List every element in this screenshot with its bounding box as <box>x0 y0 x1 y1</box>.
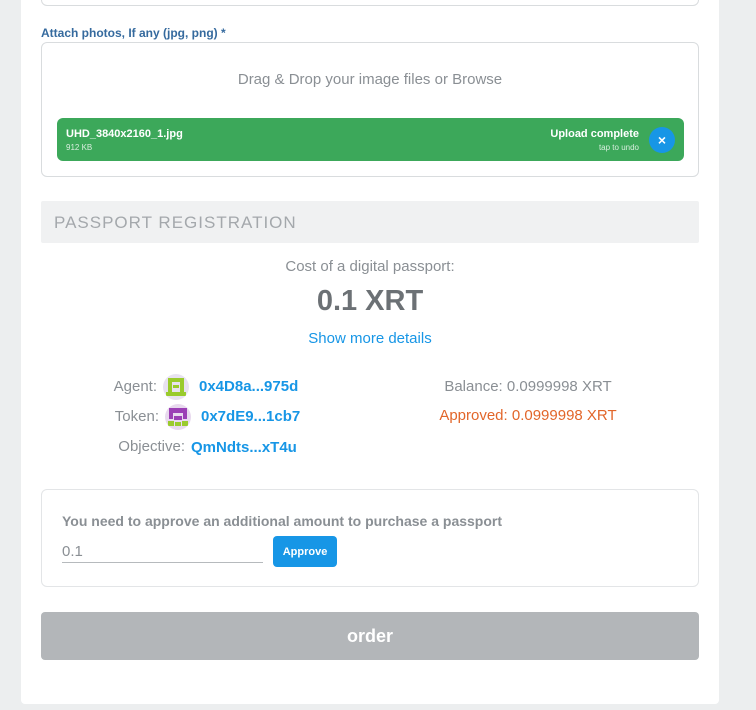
cost-value: 0.1 XRT <box>316 285 424 317</box>
previous-input-field[interactable] <box>41 0 699 6</box>
token-address-link[interactable]: 0x7dE9...1cb7 <box>201 408 300 425</box>
approve-message: You need to approve an additional amount… <box>62 513 503 529</box>
attach-photos-label: Attach photos, If any (jpg, png) * <box>41 26 226 40</box>
token-label: Token: <box>114 408 159 425</box>
objective-hash-link[interactable]: QmNdts...xT4u <box>191 439 297 456</box>
agent-label: Agent: <box>113 378 157 395</box>
file-name: UHD_3840x2160_1.jpg <box>66 128 183 140</box>
approve-panel: You need to approve an additional amount… <box>41 489 699 587</box>
tap-to-undo-text[interactable]: tap to undo <box>599 143 639 152</box>
approve-amount-input[interactable] <box>62 540 263 563</box>
agent-address-link[interactable]: 0x4D8a...975d <box>199 378 298 395</box>
upload-status: Upload complete <box>550 128 639 140</box>
order-button[interactable]: order <box>41 612 699 660</box>
uploaded-file-item[interactable]: UHD_3840x2160_1.jpg 912 KB Upload comple… <box>57 118 684 161</box>
balance-text: Balance: 0.0999998 XRT <box>444 378 612 395</box>
token-avatar-icon <box>165 404 191 430</box>
dropzone-text: Drag & Drop your image files or Browse <box>237 71 503 88</box>
agent-avatar-icon <box>163 374 189 400</box>
section-header: PASSPORT REGISTRATION <box>41 201 699 243</box>
approve-button[interactable]: Approve <box>273 536 337 567</box>
file-size: 912 KB <box>66 143 93 152</box>
remove-file-icon[interactable]: × <box>649 127 675 153</box>
approved-text: Approved: 0.0999998 XRT <box>439 407 617 424</box>
section-title: PASSPORT REGISTRATION <box>54 213 297 232</box>
image-dropzone[interactable]: Drag & Drop your image files or Browse U… <box>41 42 699 177</box>
objective-label: Objective: <box>118 438 185 455</box>
cost-label: Cost of a digital passport: <box>285 258 455 275</box>
show-more-details-link[interactable]: Show more details <box>0 330 740 347</box>
